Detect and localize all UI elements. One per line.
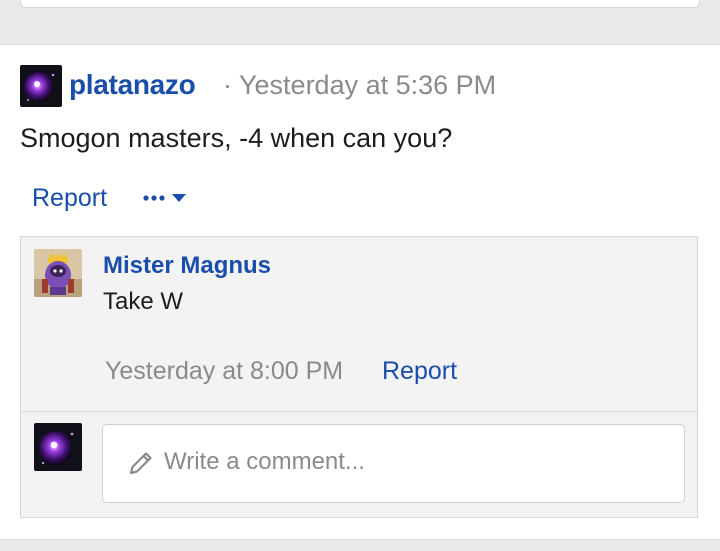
more-options-button[interactable] — [142, 185, 194, 211]
previous-post-card-edge — [20, 0, 700, 8]
post-author-link[interactable]: platanazo — [69, 68, 196, 102]
post-card: platanazo · Yesterday at 5:36 PM Smogon … — [0, 44, 720, 540]
thread-page: platanazo · Yesterday at 5:36 PM Smogon … — [0, 0, 720, 551]
comment-timestamp[interactable]: Yesterday at 8:00 PM — [105, 355, 343, 387]
more-dots-icon — [143, 194, 186, 202]
reply-row: Write a comment... — [21, 412, 697, 517]
comment-report-link[interactable]: Report — [382, 355, 457, 387]
post-header: platanazo · Yesterday at 5:36 PM — [20, 63, 700, 107]
avatar-purple-orb-icon[interactable] — [20, 65, 62, 107]
comment-item: Mister Magnus Take W Yesterday at 8:00 P… — [21, 237, 697, 412]
comment-input-placeholder: Write a comment... — [164, 448, 365, 475]
post-timestamp[interactable]: · Yesterday at 5:36 PM — [223, 68, 496, 102]
pencil-icon — [129, 452, 152, 475]
comments-section: Mister Magnus Take W Yesterday at 8:00 P… — [20, 236, 698, 518]
comment-author-link[interactable]: Mister Magnus — [103, 251, 271, 281]
caret-down-icon — [172, 194, 186, 202]
avatar-purple-orb-icon — [34, 423, 82, 471]
avatar-king-character-icon[interactable] — [34, 249, 82, 297]
report-link[interactable]: Report — [32, 181, 107, 215]
post-body-text: Smogon masters, -4 when can you? — [20, 123, 453, 153]
write-comment-input[interactable]: Write a comment... — [102, 424, 685, 503]
comment-text: Take W — [103, 288, 184, 315]
